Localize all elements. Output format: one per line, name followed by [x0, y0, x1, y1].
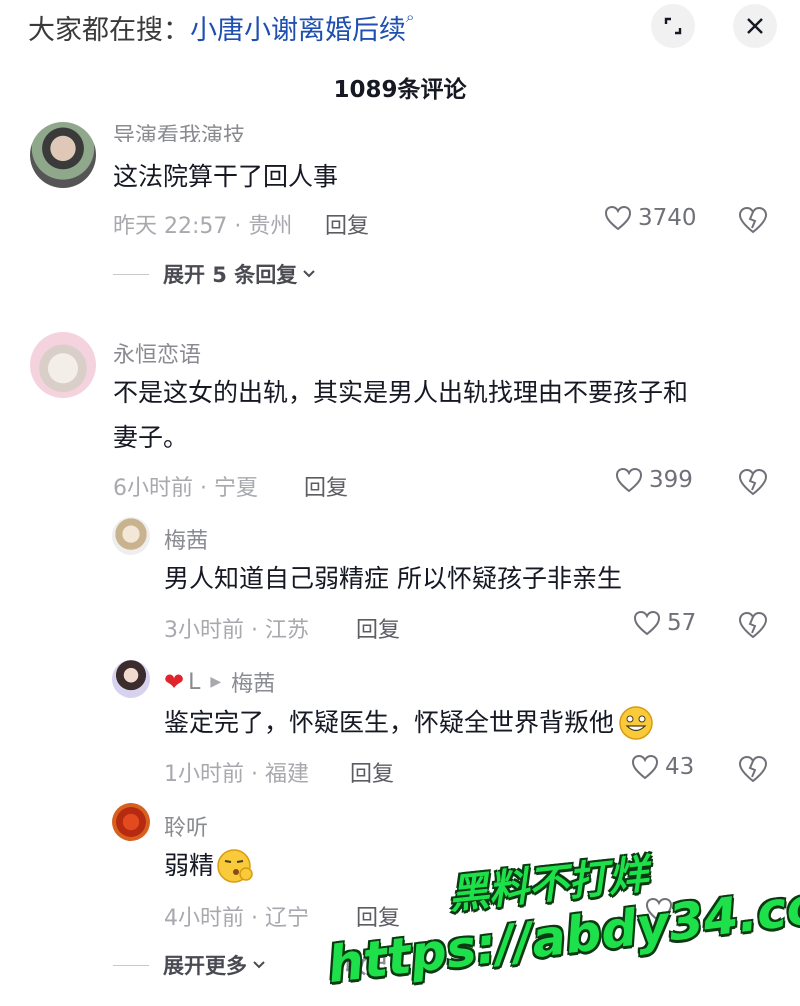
reply-text: 男人知道自己弱精症 所以怀疑孩子非亲生: [164, 564, 622, 593]
reply-button[interactable]: 回复: [356, 612, 400, 644]
broken-heart-icon: [738, 755, 768, 783]
reply-meta: 3小时前 · 江苏: [164, 618, 309, 643]
trending-search-term[interactable]: 小唐小谢离婚后续: [190, 15, 406, 46]
reply-username[interactable]: L: [188, 670, 200, 695]
like-count: 43: [665, 754, 695, 780]
broken-heart-icon: [738, 611, 768, 639]
divider: [113, 964, 149, 966]
comment-text-line: 妻子。: [113, 423, 189, 452]
divider: [113, 273, 149, 275]
like-count: 3740: [638, 205, 697, 231]
reply-text-row: 鉴定完了，怀疑医生，怀疑全世界背叛他: [164, 700, 654, 746]
close-icon: [747, 18, 763, 34]
top-bar: 大家都在搜：小唐小谢离婚后续⌕: [0, 0, 800, 56]
reply-to-username[interactable]: 梅茜: [231, 666, 275, 698]
comment-username[interactable]: 永恒恋语: [113, 337, 201, 369]
like-button[interactable]: 3740: [604, 205, 697, 231]
comment-count-title: 1089条评论: [333, 77, 467, 103]
search-icon: ⌕: [406, 8, 415, 26]
reply-meta: 1小时前 · 福建: [164, 762, 309, 787]
reply-button[interactable]: 回复: [304, 470, 348, 502]
reply-username[interactable]: 聆听: [164, 810, 208, 842]
fullscreen-icon: [664, 17, 682, 35]
avatar[interactable]: [112, 517, 150, 555]
expand-replies-label: 展开 5 条回复: [163, 263, 298, 287]
dislike-button[interactable]: [738, 611, 768, 643]
trending-search[interactable]: 大家都在搜：小唐小谢离婚后续⌕: [28, 8, 414, 47]
reply-username[interactable]: 梅茜: [164, 523, 208, 555]
expand-replies-button[interactable]: 展开 5 条回复: [113, 259, 317, 289]
heart-icon: [615, 467, 643, 493]
avatar[interactable]: [112, 803, 150, 841]
reply-arrow-icon: ▶: [210, 674, 222, 690]
comment-text: 这法院算干了回人事: [113, 162, 339, 191]
avatar[interactable]: [30, 122, 96, 188]
dislike-button[interactable]: [738, 755, 768, 787]
dislike-button[interactable]: [738, 468, 768, 500]
smirk-emoji-icon: [217, 849, 253, 883]
reply-username-row: ❤ L ▶ 梅茜: [164, 666, 275, 698]
chevron-down-icon: [303, 270, 315, 278]
reply-text: 弱精: [164, 851, 215, 880]
broken-heart-icon: [738, 206, 768, 234]
comment-text-line: 不是这女的出轨，其实是男人出轨找理由不要孩子和: [113, 378, 689, 407]
broken-heart-icon: [738, 468, 768, 496]
expand-more-button[interactable]: 展开更多: [113, 950, 267, 980]
trending-search-prefix: 大家都在搜：: [28, 15, 190, 46]
close-button[interactable]: [733, 4, 777, 48]
comment-username[interactable]: 导演看我演技: [113, 118, 245, 142]
fullscreen-button[interactable]: [651, 4, 695, 48]
avatar[interactable]: [112, 660, 150, 698]
reply-button[interactable]: 回复: [350, 756, 394, 788]
heart-icon: [631, 754, 659, 780]
like-button[interactable]: 399: [615, 467, 693, 493]
heart-icon: [604, 205, 632, 231]
grin-emoji-icon: [619, 706, 653, 740]
comment-meta: 6小时前 · 宁夏: [113, 476, 258, 501]
reply-button[interactable]: 回复: [325, 208, 369, 240]
dislike-button[interactable]: [738, 206, 768, 238]
reply-text-row: 弱精: [164, 843, 254, 889]
like-button[interactable]: 43: [631, 754, 694, 780]
expand-more-label: 展开更多: [163, 954, 247, 978]
avatar[interactable]: [30, 332, 96, 398]
like-count: 399: [649, 467, 693, 493]
reply-text: 鉴定完了，怀疑医生，怀疑全世界背叛他: [164, 708, 615, 737]
like-count: 57: [667, 610, 697, 636]
heart-icon: [633, 610, 661, 636]
red-heart-icon: ❤: [164, 668, 185, 696]
like-button[interactable]: 57: [633, 610, 696, 636]
comment-meta: 昨天 22:57 · 贵州: [113, 214, 293, 239]
chevron-down-icon: [253, 961, 265, 969]
reply-meta: 4小时前 · 辽宁: [164, 906, 309, 931]
